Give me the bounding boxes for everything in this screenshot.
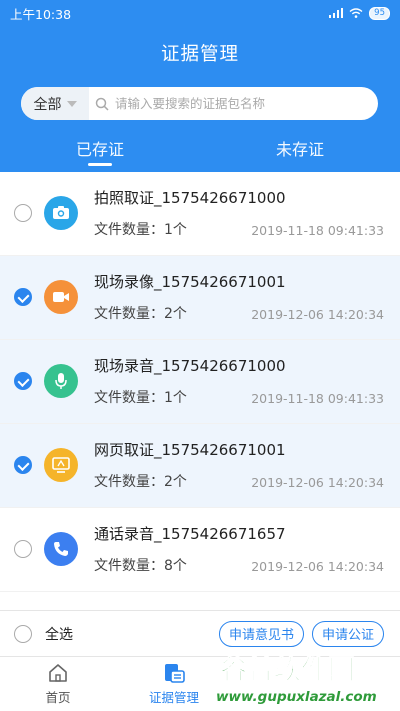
search-input[interactable]	[115, 87, 378, 120]
item-checkbox[interactable]	[14, 540, 32, 558]
wifi-icon	[349, 8, 363, 18]
select-all-label[interactable]: 全选	[45, 624, 73, 644]
item-checkbox[interactable]	[14, 204, 32, 222]
phone-icon	[44, 532, 78, 566]
tab-bar: 已存证 未存证	[0, 132, 400, 172]
item-date: 2019-12-06 14:20:34	[251, 307, 384, 322]
page-title: 证据管理	[160, 44, 239, 65]
evidence-list-item[interactable]: 通话录音_1575426671657 文件数量：8个 2019-12-06 14:2…	[0, 508, 400, 591]
evidence-list-item[interactable]: 现场录像_1575426671001 文件数量：2个 2019-12-06 14:2…	[0, 256, 400, 339]
nav-evidence[interactable]: 证据管理	[116, 657, 232, 711]
search-scope-label: 全部	[33, 96, 62, 113]
tab-unstored[interactable]: 未存证	[200, 132, 400, 172]
camera-icon	[44, 196, 78, 230]
select-all-checkbox[interactable]	[14, 624, 32, 643]
dropdown-triangle-icon	[66, 100, 77, 107]
item-date: 2019-11-18 09:41:33	[251, 391, 384, 406]
evidence-list-item[interactable]: 应用录屏_1575426671657	[0, 592, 400, 610]
item-name: 拍照取证_1575426671000	[94, 189, 286, 207]
item-name: 现场录音_1575426671000	[94, 357, 286, 375]
header: 上午10:38 95 证据管理 全部 已存证 未存证	[0, 0, 400, 172]
home-icon	[49, 664, 67, 682]
nav-home-label: 首页	[45, 690, 71, 705]
item-file-count: 文件数量：1个	[94, 222, 187, 238]
signal-icon	[329, 8, 344, 18]
item-file-count: 文件数量：2个	[94, 474, 187, 490]
item-name: 通话录音_1575426671657	[94, 525, 286, 543]
item-file-count: 文件数量：1个	[94, 390, 187, 406]
apply-notarization-button[interactable]: 申请公证	[311, 620, 384, 647]
item-name: 现场录像_1575426671001	[94, 273, 286, 291]
item-checkbox[interactable]	[14, 288, 32, 306]
item-checkbox[interactable]	[14, 372, 32, 390]
evidence-list: 拍照取证_1575426671000 文件数量：1个 2019-11-18 09:4…	[0, 172, 400, 610]
evidence-folder-icon	[165, 664, 185, 683]
microphone-icon	[44, 364, 78, 398]
evidence-list-item[interactable]: 现场录音_1575426671000 文件数量：1个 2019-11-18 09:4…	[0, 340, 400, 423]
item-file-count: 文件数量：8个	[94, 558, 187, 574]
status-time: 上午10:38	[10, 6, 72, 22]
nav-home[interactable]: 首页	[0, 657, 116, 711]
monitor-icon	[44, 448, 78, 482]
bottom-action-bar: 全选 申请意见书 申请公证	[0, 610, 400, 656]
tab-stored[interactable]: 已存证	[0, 132, 200, 172]
action-buttons: 申请意见书 申请公证	[218, 620, 384, 647]
video-icon	[44, 280, 78, 314]
nav-evidence-label: 证据管理	[148, 690, 199, 705]
search-icon	[89, 97, 115, 111]
item-date: 2019-11-18 09:41:33	[251, 223, 384, 238]
apply-opinion-button[interactable]: 申请意见书	[218, 620, 304, 647]
item-name: 网页取证_1575426671001	[94, 441, 286, 459]
bottom-navigation: 首页 证据管理	[0, 656, 400, 711]
battery-indicator: 95	[369, 6, 390, 20]
status-icons: 95	[329, 6, 390, 20]
search-scope-dropdown[interactable]: 全部	[21, 87, 89, 120]
item-checkbox[interactable]	[14, 456, 32, 474]
evidence-list-item[interactable]: 拍照取证_1575426671000 文件数量：1个 2019-11-18 09:4…	[0, 172, 400, 255]
item-file-count: 文件数量：2个	[94, 306, 187, 322]
evidence-list-item[interactable]: 网页取证_1575426671001 文件数量：2个 2019-12-06 14:2…	[0, 424, 400, 507]
item-date: 2019-12-06 14:20:34	[251, 475, 384, 490]
search-bar: 全部	[21, 87, 378, 120]
status-bar: 上午10:38 95	[0, 0, 400, 26]
item-date: 2019-12-06 14:20:34	[251, 559, 384, 574]
